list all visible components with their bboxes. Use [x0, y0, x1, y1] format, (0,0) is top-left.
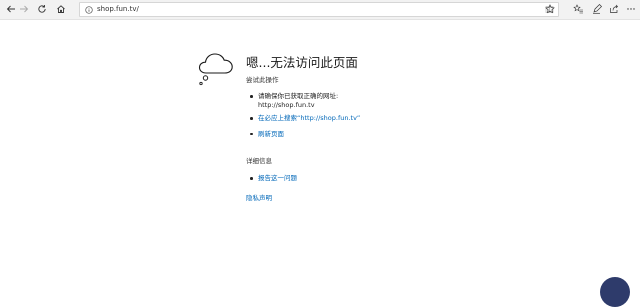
refresh-icon	[38, 5, 46, 13]
details-heading: 详细信息	[246, 157, 272, 165]
privacy-link[interactable]: 隐私声明	[246, 194, 272, 202]
search-bing-link[interactable]: 在必应上搜索“http://shop.fun.tv”	[258, 114, 360, 122]
list-item: 刷新页面	[250, 130, 360, 139]
url-text: http://shop.fun.tv	[258, 100, 315, 109]
refresh-page-link[interactable]: 刷新页面	[258, 130, 284, 138]
try-this-heading: 尝试此操作	[246, 76, 279, 84]
browser-toolbar: shop.fun.tv/	[0, 0, 640, 20]
page-title: 嗯...无法访问此页面	[246, 55, 358, 70]
favorites-hub-button[interactable]	[571, 2, 585, 16]
floating-badge[interactable]	[600, 277, 630, 307]
forward-button[interactable]	[16, 2, 32, 16]
list-item: 报告这一问题	[250, 174, 297, 183]
back-icon	[6, 5, 15, 13]
info-icon[interactable]	[84, 5, 93, 14]
details-list: 报告这一问题	[250, 174, 297, 183]
report-issue-link[interactable]: 报告这一问题	[258, 174, 297, 182]
favorite-star-button[interactable]	[543, 2, 557, 16]
notes-icon	[593, 4, 602, 14]
address-bar[interactable]: shop.fun.tv/	[79, 2, 559, 17]
home-button[interactable]	[53, 2, 69, 16]
favorites-hub-icon	[572, 4, 583, 14]
share-icon	[610, 4, 618, 13]
more-icon	[627, 8, 635, 10]
share-button[interactable]	[607, 2, 621, 16]
forward-icon	[20, 5, 29, 13]
home-icon	[57, 5, 65, 13]
check-url-text: 请确保你已获取正确的网址:	[258, 92, 339, 100]
address-text[interactable]: shop.fun.tv/	[97, 3, 139, 16]
more-button[interactable]	[624, 2, 638, 16]
favorite-star-icon	[545, 4, 555, 14]
list-item: 请确保你已获取正确的网址: http://shop.fun.tv	[250, 92, 360, 109]
privacy-statement: 隐私声明	[246, 192, 272, 202]
notes-button[interactable]	[590, 2, 604, 16]
suggestion-list: 请确保你已获取正确的网址: http://shop.fun.tv 在必应上搜索“…	[250, 92, 360, 138]
list-item: 在必应上搜索“http://shop.fun.tv”	[250, 114, 360, 123]
cloud-icon	[198, 53, 233, 86]
refresh-button[interactable]	[34, 2, 50, 16]
